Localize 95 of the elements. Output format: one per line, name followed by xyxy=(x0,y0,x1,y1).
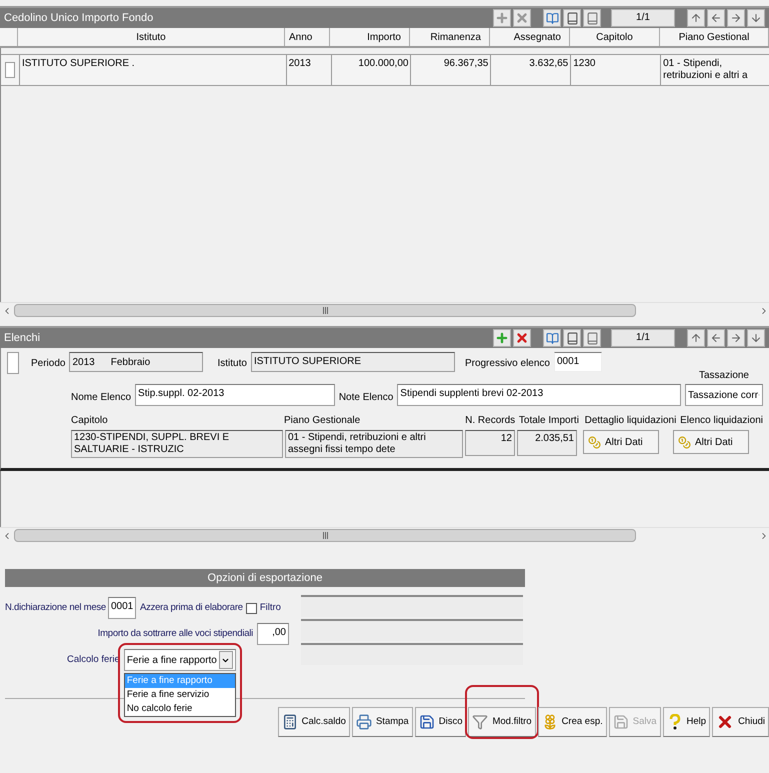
column-header[interactable]: Istituto xyxy=(18,28,285,46)
panel-title: Elenchi xyxy=(3,330,40,346)
arrow-up-icon[interactable] xyxy=(687,329,705,347)
column-header[interactable]: Assegnato xyxy=(490,28,570,46)
page-counter: 1/1 xyxy=(611,9,675,27)
horizontal-scrollbar[interactable] xyxy=(0,527,769,543)
grip-icon xyxy=(322,307,328,314)
scrollbar-thumb[interactable] xyxy=(14,529,636,542)
toolbar-button[interactable]: Crea esp. xyxy=(538,707,607,737)
arrow-down-icon[interactable] xyxy=(747,329,765,347)
book-icon[interactable] xyxy=(583,329,601,347)
table-row[interactable]: ISTITUTO SUPERIORE . 2013 100.000,00 96.367,35 3.632,65 1230 01 - Stipendi, retribuzioni e altri a xyxy=(1,54,769,86)
column-label: Dettaglio liquidazioni xyxy=(584,414,678,428)
row-selector[interactable] xyxy=(4,62,15,78)
field-label: Periodo xyxy=(31,357,66,371)
table-cell: 100.000,00 xyxy=(330,55,410,85)
grip-icon xyxy=(322,532,328,539)
dropdown-option[interactable]: Ferie a fine servizio xyxy=(124,688,235,702)
chapter-field: 1230-STIPENDI, SUPPL. BREVI E SALTUARIE - ISTRUZIC xyxy=(71,430,283,458)
section-title: Opzioni di esportazione xyxy=(208,570,322,586)
table-cell: 3.632,65 xyxy=(490,55,570,85)
checkbox[interactable] xyxy=(246,602,257,614)
field-label: Importo da sottrarre alle voci stipendiali xyxy=(98,626,253,641)
dropdown-button[interactable] xyxy=(218,651,233,669)
column-header[interactable]: Rimanenza xyxy=(410,28,490,46)
arrow-down-icon[interactable] xyxy=(747,9,765,27)
printer-icon xyxy=(356,714,372,730)
toolbar-button[interactable]: Mod.filtro xyxy=(468,707,536,737)
row-selector[interactable] xyxy=(7,352,19,374)
book-icon[interactable] xyxy=(543,329,561,347)
column-label: Piano Gestionale xyxy=(284,414,362,428)
arrow-right-icon[interactable] xyxy=(727,329,745,347)
coins-icon xyxy=(588,436,601,448)
table-cell: 96.367,35 xyxy=(410,55,490,85)
column-label: Elenco liquidazioni xyxy=(680,414,763,428)
month-value: Febbraio xyxy=(110,356,150,370)
flower-icon xyxy=(542,714,558,730)
book-icon[interactable] xyxy=(543,9,561,27)
arrow-right-icon[interactable] xyxy=(727,9,745,27)
column-header[interactable]: Capitolo xyxy=(570,28,660,46)
coins-icon xyxy=(678,436,691,448)
toolbar-button[interactable]: Stampa xyxy=(352,707,413,737)
table-cell: 1230 xyxy=(570,55,660,85)
column-label: Totale Importi xyxy=(518,414,580,428)
amount-field[interactable]: ,00 xyxy=(257,623,289,645)
filter-icon xyxy=(472,714,488,730)
column-header[interactable]: Anno xyxy=(285,28,330,46)
page-counter: 1/1 xyxy=(611,329,675,347)
table-cell: 2013 xyxy=(286,55,331,85)
column-header[interactable]: Piano Gestional xyxy=(660,28,769,46)
horizontal-scrollbar[interactable] xyxy=(0,302,769,318)
column-label: N. Records xyxy=(465,414,516,428)
panel-title: Cedolino Unico Importo Fondo xyxy=(3,10,154,26)
book-icon[interactable] xyxy=(563,329,581,347)
scrollbar-thumb[interactable] xyxy=(14,304,636,317)
progressive-field: 0001 xyxy=(554,352,602,372)
toolbar-button[interactable]: Help xyxy=(662,707,710,737)
total-field: 2.035,51 xyxy=(517,430,577,456)
table-cell: 01 - Stipendi, retribuzioni e altri a xyxy=(660,55,769,85)
declaration-field[interactable]: 0001 xyxy=(108,597,136,619)
details-button[interactable]: Altri Dati xyxy=(583,430,659,454)
field-label: Nome Elenco xyxy=(71,390,132,404)
dropdown-option[interactable]: No calcolo ferie xyxy=(124,702,235,716)
column-header[interactable]: Importo xyxy=(330,28,410,46)
records-field: 12 xyxy=(465,430,515,456)
add-icon[interactable] xyxy=(493,329,511,347)
arrow-left-icon[interactable] xyxy=(707,9,725,27)
field-label: Tassazione xyxy=(698,369,749,383)
list-name-field[interactable]: Stip.suppl. 02-2013 xyxy=(135,384,335,406)
list-notes-field[interactable]: Stipendi supplenti brevi 02-2013 xyxy=(397,384,681,406)
plan-field: 01 - Stipendi, retribuzioni e altri assegni fissi tempo dete xyxy=(285,430,463,458)
add-icon[interactable] xyxy=(493,9,511,27)
table-cell: ISTITUTO SUPERIORE . xyxy=(18,55,286,85)
delete-icon[interactable] xyxy=(513,9,531,27)
field-label: Istituto xyxy=(217,357,247,371)
taxation-select[interactable]: Tassazione corr xyxy=(685,384,763,406)
arrow-up-icon[interactable] xyxy=(687,9,705,27)
toolbar-button[interactable]: Disco xyxy=(414,707,466,737)
field-label: Progressivo elenco xyxy=(464,357,550,371)
details-button[interactable]: Altri Dati xyxy=(673,430,749,454)
calculator-icon xyxy=(282,714,298,730)
field-label: Note Elenco xyxy=(338,390,394,404)
toolbar-button[interactable]: Chiudi xyxy=(712,707,769,737)
holiday-calc-select[interactable]: Ferie a fine rapporto xyxy=(124,649,236,671)
year-value: 2013 xyxy=(72,356,95,370)
arrow-left-icon[interactable] xyxy=(707,329,725,347)
column-label: Capitolo xyxy=(71,414,109,428)
delete-icon[interactable] xyxy=(513,329,531,347)
field-label: Azzera prima di elaborare xyxy=(140,600,243,615)
field-label: Filtro xyxy=(260,600,281,615)
institute-field: ISTITUTO SUPERIORE xyxy=(250,352,455,372)
toolbar-button[interactable]: Calc.saldo xyxy=(278,707,350,737)
book-icon[interactable] xyxy=(563,9,581,27)
book-icon[interactable] xyxy=(583,9,601,27)
field-label: N.dichiarazione nel mese xyxy=(5,600,106,615)
